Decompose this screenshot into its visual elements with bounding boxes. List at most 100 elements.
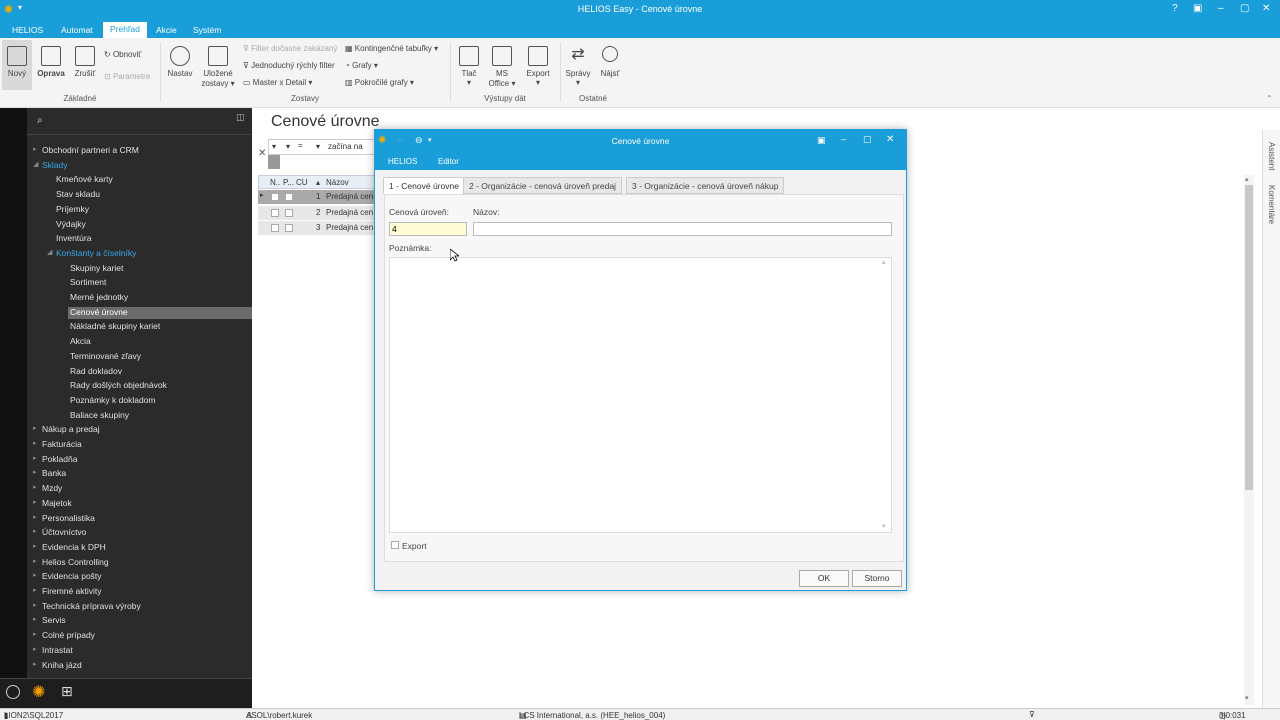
- collapsed-arrow-icon[interactable]: ▸: [33, 468, 37, 476]
- collapsed-arrow-icon[interactable]: ▸: [33, 557, 37, 565]
- sidebar-item[interactable]: Stav skladu: [56, 189, 100, 199]
- sidebar-item[interactable]: ▸ Mzdy: [33, 483, 62, 493]
- scroll-up-icon[interactable]: ▴: [1245, 175, 1249, 183]
- collapsed-arrow-icon[interactable]: ▸: [33, 615, 37, 623]
- search-icon[interactable]: ⌕: [37, 115, 43, 126]
- expanded-arrow-icon[interactable]: ◢: [33, 160, 38, 168]
- cenova-uroven-input[interactable]: [389, 222, 467, 236]
- sidebar-item[interactable]: ▸ Firemné aktivity: [33, 586, 102, 596]
- sidebar-item[interactable]: Sortiment: [70, 277, 106, 287]
- scroll-down-icon[interactable]: ▾: [882, 522, 886, 530]
- table-row[interactable]: ▸ 1 Predajná cen: [258, 190, 375, 204]
- ok-button[interactable]: OK: [799, 570, 849, 587]
- sidebar-item[interactable]: ▸ Evidencia pošty: [33, 571, 102, 581]
- sidebar-item[interactable]: Inventúra: [56, 233, 91, 243]
- sidebar-item[interactable]: Príjemky: [56, 204, 89, 214]
- obnovit-button[interactable]: ↻ Obnoviť: [104, 50, 141, 59]
- sidebar-item[interactable]: Kmeňové karty: [56, 174, 113, 184]
- col-nazov[interactable]: Názov: [326, 178, 349, 187]
- rychly-filter-button[interactable]: ⊽ Jednoduchý rýchly filter: [243, 61, 335, 70]
- scrollbar-thumb[interactable]: [1245, 185, 1253, 490]
- dialog-tab-1[interactable]: 1 - Cenové úrovne: [383, 177, 465, 194]
- maximize-icon[interactable]: ▢: [1240, 3, 1249, 14]
- sort-up-icon[interactable]: ▴: [316, 178, 320, 187]
- grid-icon[interactable]: ⊞: [61, 683, 73, 700]
- sidebar-item[interactable]: ◢ Konštanty a číselníky: [47, 248, 136, 258]
- collapse-ribbon-icon[interactable]: ⌃: [1266, 94, 1273, 103]
- spravy-button[interactable]: ⇄ Správy ▾: [563, 46, 593, 87]
- dialog-tab-2[interactable]: 2 - Organizácie - cenová úroveň predaj: [463, 177, 622, 194]
- collapsed-arrow-icon[interactable]: ▸: [33, 660, 37, 668]
- filter-disabled-button[interactable]: ⊽ Filter dočasne zakázaný: [243, 44, 337, 53]
- sidebar-item[interactable]: ▸ Intrastat: [33, 645, 73, 655]
- kontingencne-button[interactable]: ▦ Kontingenčné tabuľky ▾: [345, 44, 438, 53]
- filter-row[interactable]: ▾ ▾ = ▾ začína na: [268, 139, 378, 155]
- main-scrollbar[interactable]: ▴ ▾: [1244, 175, 1254, 705]
- sidebar-item[interactable]: ◢ Sklady: [33, 160, 68, 170]
- sidebar-item[interactable]: ▸ Helios Controlling: [33, 557, 109, 567]
- grafy-button[interactable]: ◔ Grafy ▾: [345, 61, 378, 70]
- close-icon[interactable]: ✕: [1262, 3, 1270, 14]
- table-row[interactable]: 2 Predajná cen: [258, 205, 375, 220]
- sidebar-item[interactable]: ▸ Personalistika: [33, 513, 95, 523]
- row-checkbox-p[interactable]: [285, 224, 293, 232]
- sidebar-item[interactable]: ▸ Kniha jázd: [33, 660, 82, 670]
- col-cu[interactable]: CU: [296, 178, 308, 187]
- close-filter-icon[interactable]: ✕: [258, 148, 266, 159]
- asistent-tab[interactable]: Asistent: [1267, 142, 1276, 170]
- row-checkbox-p[interactable]: [285, 208, 293, 217]
- sidebar-item[interactable]: Akcia: [70, 336, 91, 346]
- dropdown-icon[interactable]: ▾: [286, 142, 290, 151]
- collapsed-arrow-icon[interactable]: ▸: [33, 498, 37, 506]
- master-detail-button[interactable]: ▭ Master x Detail ▾: [243, 78, 312, 87]
- tab-helios[interactable]: HELIOS: [5, 23, 50, 37]
- sidebar-item[interactable]: ▸ Technická príprava výroby: [33, 601, 141, 611]
- sidebar-item[interactable]: ▸ Evidencia k DPH: [33, 542, 106, 552]
- tab-prehlad[interactable]: Prehľad: [103, 22, 147, 38]
- scroll-down-icon[interactable]: ▾: [1245, 694, 1249, 702]
- col-p[interactable]: P...: [283, 178, 294, 187]
- minimize-icon[interactable]: –: [1218, 3, 1224, 14]
- sidebar-item[interactable]: Nákladné skupiny kariet: [70, 321, 160, 331]
- oprava-button[interactable]: Oprava: [35, 46, 67, 78]
- tab-akcie[interactable]: Akcie: [149, 23, 184, 37]
- collapsed-arrow-icon[interactable]: ▸: [33, 483, 37, 491]
- sidebar-item[interactable]: ▸ Majetok: [33, 498, 72, 508]
- dialog-menu-helios[interactable]: HELIOS: [388, 157, 417, 166]
- ulozene-zostavy-button[interactable]: Uložené zostavy ▾: [199, 46, 237, 89]
- maximize-icon[interactable]: ▢: [863, 134, 872, 145]
- dialog-menu-editor[interactable]: Editor: [438, 157, 459, 166]
- storno-button[interactable]: Storno: [852, 570, 902, 587]
- collapsed-arrow-icon[interactable]: ▸: [33, 145, 37, 153]
- novy-button[interactable]: Nový: [3, 46, 31, 78]
- layout-icon[interactable]: ▣: [817, 135, 826, 146]
- row-checkbox-n[interactable]: [271, 224, 279, 232]
- sidebar-item[interactable]: Merné jednotky: [70, 292, 128, 302]
- status-filter-icon[interactable]: ⊽: [1029, 710, 1035, 719]
- sidebar-item[interactable]: ▸ Servis: [33, 615, 66, 625]
- help-icon[interactable]: ?: [1172, 3, 1178, 14]
- minimize-icon[interactable]: –: [841, 134, 846, 144]
- sidebar-item[interactable]: Skupiny kariet: [70, 263, 123, 273]
- sidebar-item[interactable]: ▸ Účtovníctvo: [33, 527, 86, 537]
- nazov-input[interactable]: [473, 222, 892, 236]
- pokrocile-grafy-button[interactable]: ▥ Pokročilé grafy ▾: [345, 78, 414, 87]
- sidebar-item[interactable]: ▸ Banka: [33, 468, 66, 478]
- sidebar-item[interactable]: ▸ Fakturácia: [33, 439, 82, 449]
- collapsed-arrow-icon[interactable]: ▸: [33, 513, 37, 521]
- table-row[interactable]: 3 Predajná cen: [258, 221, 375, 235]
- parametre-button[interactable]: ⊡ Parametre: [104, 72, 150, 81]
- sidebar-item[interactable]: Cenové úrovne: [68, 306, 252, 319]
- collapsed-arrow-icon[interactable]: ▸: [33, 645, 37, 653]
- sidebar-item[interactable]: ▸ Nákup a predaj: [33, 424, 100, 434]
- tab-system[interactable]: Systém: [186, 23, 228, 37]
- tlac-button[interactable]: Tlač ▾: [456, 46, 482, 87]
- collapsed-arrow-icon[interactable]: ▸: [33, 527, 37, 535]
- collapsed-arrow-icon[interactable]: ▸: [33, 424, 37, 432]
- collapsed-arrow-icon[interactable]: ▸: [33, 586, 37, 594]
- zrusit-button[interactable]: Zrušiť: [71, 46, 99, 78]
- collapsed-arrow-icon[interactable]: ▸: [33, 630, 37, 638]
- sidebar-item[interactable]: Rad dokladov: [70, 366, 122, 376]
- ms-office-button[interactable]: MS Office ▾: [486, 46, 518, 89]
- collapsed-arrow-icon[interactable]: ▸: [33, 439, 37, 447]
